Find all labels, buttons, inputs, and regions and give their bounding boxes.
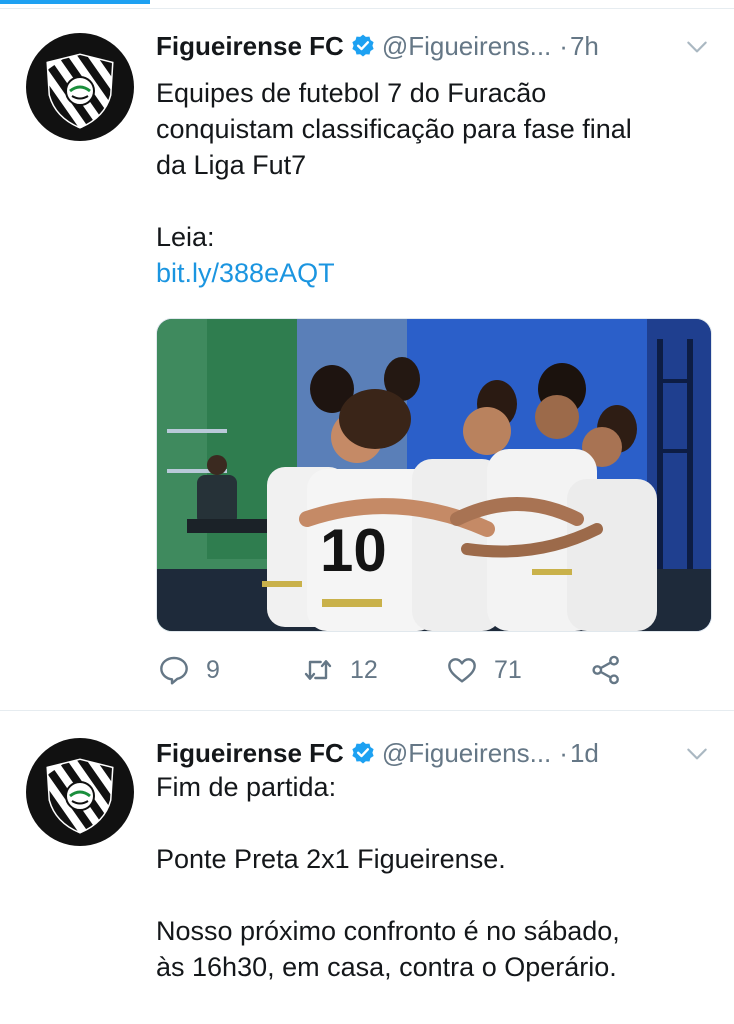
reply-icon <box>160 656 188 685</box>
chevron-down-icon[interactable] <box>684 34 710 60</box>
share-button[interactable] <box>590 650 622 690</box>
reply-count: 9 <box>206 655 220 684</box>
tweet-text-line: Equipes de futebol 7 do Furacão <box>156 78 547 108</box>
like-count: 71 <box>494 655 522 684</box>
chevron-down-icon[interactable] <box>684 741 710 767</box>
tweet[interactable]: Figueirense FC @Figueirens... · 7h Equip… <box>0 8 734 711</box>
svg-text:10: 10 <box>320 517 387 584</box>
retweet-button[interactable]: 12 <box>302 650 378 690</box>
tweet-text-line: Nosso próximo confronto é no sábado, <box>156 916 620 946</box>
club-crest-icon <box>46 53 114 129</box>
separator-dot: · <box>559 30 568 61</box>
tweet-text: Fim de partida: Ponte Preta 2x1 Figueire… <box>156 769 716 985</box>
like-button[interactable]: 71 <box>446 650 522 690</box>
tweet-text-line: Ponte Preta 2x1 Figueirense. <box>156 844 506 874</box>
active-tab-indicator <box>0 0 150 4</box>
retweet-icon <box>304 660 332 680</box>
user-handle[interactable]: @Figueirens... <box>382 738 551 769</box>
avatar[interactable] <box>26 738 134 846</box>
display-name[interactable]: Figueirense FC <box>156 31 344 62</box>
heart-icon <box>448 658 476 683</box>
tweet-photo[interactable]: 10 <box>156 318 712 632</box>
tweet-actions: 9 12 71 <box>156 650 626 690</box>
tweet-link[interactable]: bit.ly/388eAQT <box>156 255 716 291</box>
retweet-count: 12 <box>350 655 378 684</box>
user-handle[interactable]: @Figueirens... <box>382 31 551 62</box>
tweet-header: Figueirense FC @Figueirens... · 7h <box>156 26 710 66</box>
verified-badge-icon <box>352 741 374 764</box>
timestamp[interactable]: 7h <box>570 31 599 62</box>
tweet[interactable]: Figueirense FC @Figueirens... · 1d Fim d… <box>0 711 734 1024</box>
display-name[interactable]: Figueirense FC <box>156 738 344 769</box>
share-icon <box>592 655 619 685</box>
separator-dot: · <box>559 737 568 768</box>
reply-button[interactable]: 9 <box>158 650 220 690</box>
avatar[interactable] <box>26 33 134 141</box>
verified-badge-icon <box>352 34 374 57</box>
tweet-text-line: da Liga Fut7 <box>156 150 307 180</box>
tweet-text-line: às 16h30, em casa, contra o Operário. <box>156 952 617 982</box>
tweet-text-line: conquistam classificação para fase final <box>156 114 632 144</box>
team-celebration-photo: 10 <box>157 319 711 631</box>
read-label: Leia: <box>156 222 215 252</box>
tweet-text-line: Fim de partida: <box>156 772 337 802</box>
tweet-header: Figueirense FC @Figueirens... · 1d <box>156 733 710 773</box>
timestamp[interactable]: 1d <box>570 738 599 769</box>
tweet-text: Equipes de futebol 7 do Furacão conquist… <box>156 75 716 291</box>
club-crest-icon <box>46 758 114 834</box>
